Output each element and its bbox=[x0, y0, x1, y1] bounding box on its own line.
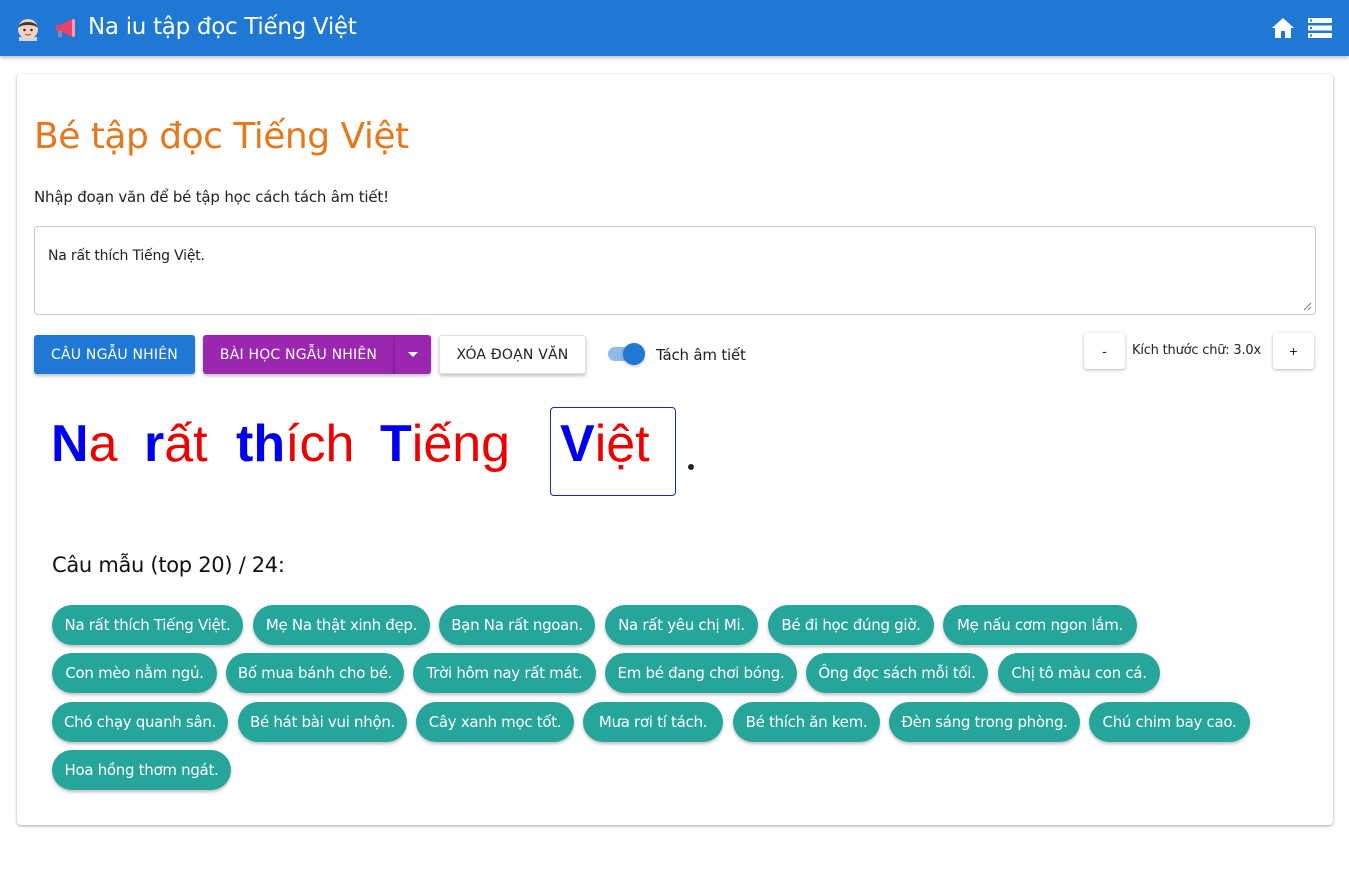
word-onset: V bbox=[560, 415, 595, 473]
sample-chip[interactable]: Đèn sáng trong phòng. bbox=[889, 702, 1080, 742]
sample-chip[interactable]: Ông đọc sách mỗi tối. bbox=[806, 653, 988, 693]
megaphone-icon bbox=[56, 19, 75, 37]
sample-chip[interactable]: Chú chim bay cao. bbox=[1089, 702, 1250, 742]
syllable-split-label: Tách âm tiết bbox=[656, 346, 746, 364]
sample-chip[interactable]: Bé hát bài vui nhộn. bbox=[238, 702, 407, 742]
word-rhyme: a bbox=[88, 415, 118, 473]
sample-chip[interactable]: Chị tô màu con cá. bbox=[998, 653, 1160, 693]
word-onset: th bbox=[236, 415, 286, 473]
caret-down-icon bbox=[408, 351, 418, 357]
sample-chip[interactable]: Bạn Na rất ngoan. bbox=[439, 605, 595, 645]
reading-word[interactable]: thích bbox=[236, 414, 354, 474]
random-sentence-button[interactable]: CÂU NGẪU NHIÊN bbox=[34, 335, 195, 374]
sample-chip[interactable]: Bố mua bánh cho bé. bbox=[226, 653, 404, 693]
random-lesson-button[interactable]: BÀI HỌC NGẪU NHIÊN bbox=[203, 335, 394, 374]
samples-title: Câu mẫu (top 20) / 24: bbox=[52, 553, 285, 577]
sentence-period bbox=[688, 464, 694, 470]
reading-word[interactable]: Tiếng bbox=[380, 414, 510, 474]
sample-chip[interactable]: Chó chạy quanh sân. bbox=[52, 702, 228, 742]
sample-chip[interactable]: Con mèo nằm ngủ. bbox=[52, 653, 217, 693]
resize-handle-icon[interactable] bbox=[1303, 302, 1312, 311]
word-rhyme: ất bbox=[164, 415, 208, 473]
clear-paragraph-button[interactable]: XÓA ĐOẠN VĂN bbox=[439, 335, 586, 374]
reading-word[interactable]: rất bbox=[144, 414, 208, 474]
sample-chip[interactable]: Em bé đang chơi bóng. bbox=[605, 653, 797, 693]
page-title: Bé tập đọc Tiếng Việt bbox=[34, 116, 409, 157]
toggle-thumb bbox=[623, 343, 645, 365]
main-card: Bé tập đọc Tiếng Việt Nhập đoạn văn để b… bbox=[17, 74, 1333, 825]
home-icon[interactable] bbox=[1271, 17, 1295, 39]
font-size-increase-button[interactable]: + bbox=[1273, 333, 1314, 369]
word-rhyme: iệt bbox=[594, 415, 650, 473]
sample-chip[interactable]: Bé đi học đúng giờ. bbox=[768, 605, 934, 645]
font-size-label: Kích thước chữ: 3.0x bbox=[1132, 343, 1261, 358]
sample-chip[interactable]: Na rất yêu chị Mi. bbox=[605, 605, 758, 645]
girl-avatar-icon bbox=[18, 19, 38, 41]
word-onset: r bbox=[144, 415, 165, 473]
description-text: Nhập đoạn văn để bé tập học cách tách âm… bbox=[34, 188, 389, 206]
word-onset: N bbox=[51, 415, 89, 473]
app-title: Na iu tập đọc Tiếng Việt bbox=[88, 14, 357, 40]
paragraph-input[interactable]: Na rất thích Tiếng Việt. bbox=[34, 226, 1316, 315]
sample-chip[interactable]: Mẹ Na thật xinh đẹp. bbox=[253, 605, 430, 645]
font-size-decrease-button[interactable]: - bbox=[1084, 333, 1125, 369]
sample-chip[interactable]: Mẹ nấu cơm ngon lắm. bbox=[943, 605, 1137, 645]
syllable-split-toggle[interactable] bbox=[608, 342, 648, 366]
sample-chip[interactable]: Hoa hồng thơm ngát. bbox=[52, 750, 231, 790]
word-onset: T bbox=[380, 415, 412, 473]
random-lesson-dropdown-button[interactable] bbox=[394, 335, 431, 374]
reading-word[interactable]: Na bbox=[51, 414, 117, 474]
app-bar: Na iu tập đọc Tiếng Việt bbox=[0, 0, 1349, 56]
sample-chip[interactable]: Bé thích ăn kem. bbox=[733, 702, 880, 742]
sample-chip[interactable]: Mưa rơi tí tách. bbox=[583, 702, 723, 742]
reading-word[interactable]: Việt bbox=[560, 414, 650, 474]
word-rhyme: iếng bbox=[411, 415, 511, 473]
word-rhyme: ích bbox=[285, 415, 355, 473]
sample-chip[interactable]: Na rất thích Tiếng Việt. bbox=[52, 605, 243, 645]
list-icon[interactable] bbox=[1308, 17, 1332, 39]
paragraph-input-value: Na rất thích Tiếng Việt. bbox=[48, 248, 205, 264]
sample-chip[interactable]: Trời hôm nay rất mát. bbox=[413, 653, 596, 693]
sample-chip[interactable]: Cây xanh mọc tốt. bbox=[416, 702, 574, 742]
